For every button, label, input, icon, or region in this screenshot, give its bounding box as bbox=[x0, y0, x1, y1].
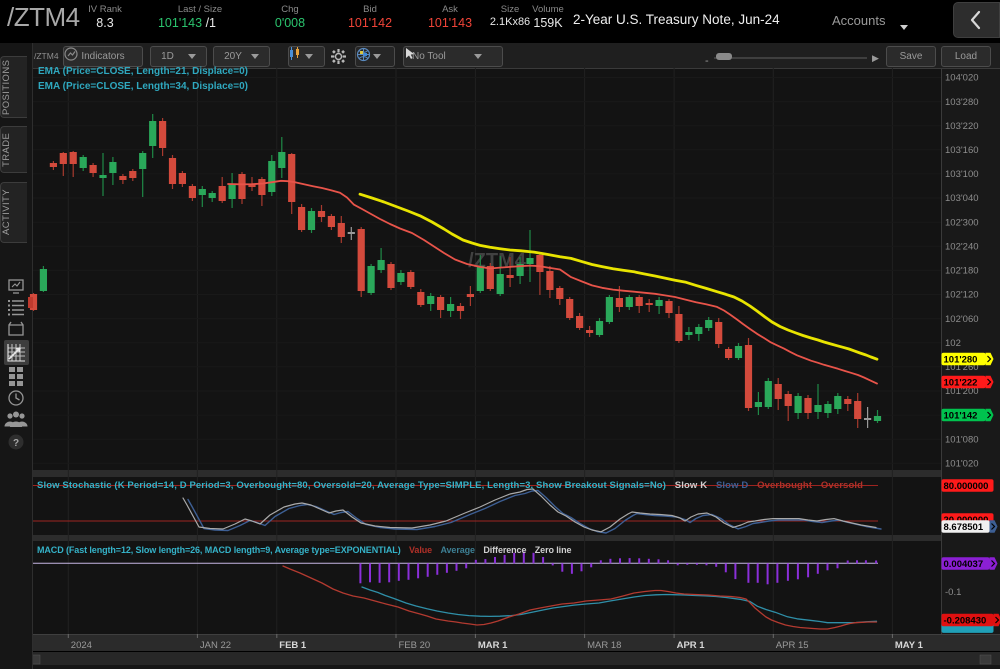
svg-text:101'142: 101'142 bbox=[944, 410, 978, 421]
svg-text:102'300: 102'300 bbox=[945, 217, 979, 228]
svg-text:APR 15: APR 15 bbox=[776, 640, 809, 651]
svg-text:-0.1: -0.1 bbox=[945, 587, 961, 598]
svg-text:FEB 1: FEB 1 bbox=[279, 640, 307, 651]
svg-text:101'280: 101'280 bbox=[944, 354, 978, 365]
svg-text:8.678501: 8.678501 bbox=[944, 522, 984, 533]
svg-text:FEB 20: FEB 20 bbox=[399, 640, 431, 651]
svg-text:MAR 18: MAR 18 bbox=[587, 640, 621, 651]
svg-text:101'222: 101'222 bbox=[944, 377, 978, 388]
svg-text:102'060: 102'060 bbox=[945, 314, 979, 325]
svg-text:JAN 22: JAN 22 bbox=[200, 640, 231, 651]
svg-text:102'180: 102'180 bbox=[945, 266, 979, 277]
svg-text:0.004037: 0.004037 bbox=[944, 559, 984, 570]
svg-text:103'100: 103'100 bbox=[945, 169, 979, 180]
svg-text:-0.208430: -0.208430 bbox=[944, 615, 987, 626]
svg-text:102'240: 102'240 bbox=[945, 242, 979, 253]
svg-text:104'020: 104'020 bbox=[945, 73, 979, 84]
svg-text:103'160: 103'160 bbox=[945, 145, 979, 156]
svg-text:MAY 1: MAY 1 bbox=[895, 640, 924, 651]
svg-text:102'120: 102'120 bbox=[945, 290, 979, 301]
svg-text:80.000000: 80.000000 bbox=[944, 481, 989, 492]
svg-text:2024: 2024 bbox=[71, 640, 92, 651]
svg-text:103'040: 103'040 bbox=[945, 193, 979, 204]
svg-text:103'220: 103'220 bbox=[945, 121, 979, 132]
svg-text:101'080: 101'080 bbox=[945, 434, 979, 445]
svg-text:103'280: 103'280 bbox=[945, 97, 979, 108]
svg-text:?: ? bbox=[13, 438, 19, 449]
svg-text:102: 102 bbox=[945, 338, 961, 349]
svg-text:101'020: 101'020 bbox=[945, 459, 979, 470]
svg-text:APR 1: APR 1 bbox=[677, 640, 706, 651]
svg-text:MAR 1: MAR 1 bbox=[478, 640, 508, 651]
